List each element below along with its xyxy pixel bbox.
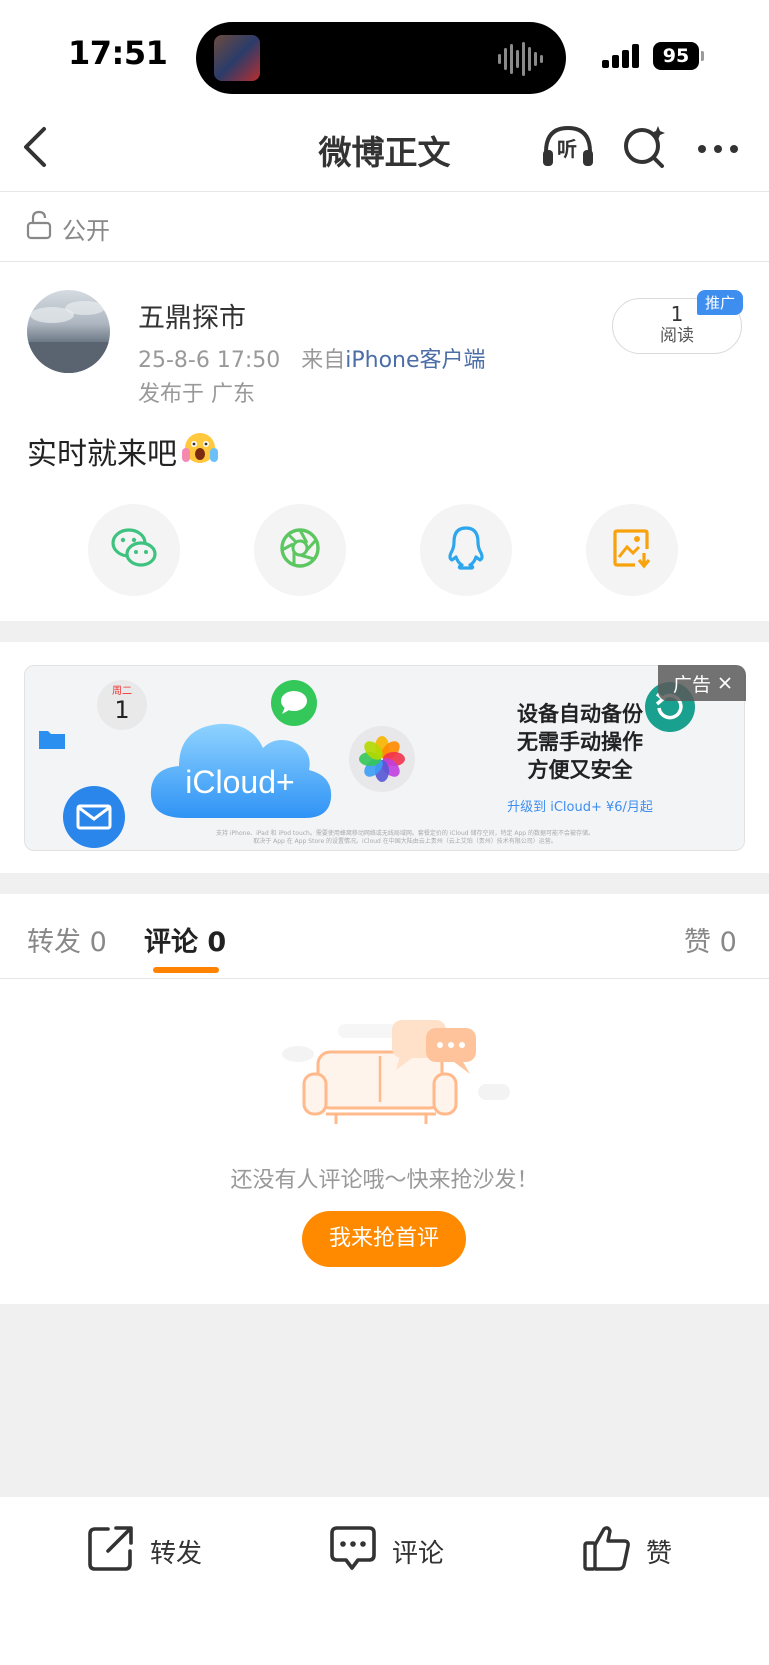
listen-button[interactable]: 听 <box>540 122 596 168</box>
close-icon <box>719 672 731 694</box>
ad-label: 广告 <box>672 673 711 696</box>
section-gap <box>0 621 769 642</box>
avatar[interactable] <box>27 290 110 373</box>
first-comment-button[interactable]: 我来抢首评 <box>302 1211 466 1267</box>
tab-comment-count: 0 <box>207 927 227 958</box>
battery-tip <box>701 51 704 61</box>
post-location: 发布于 广东 <box>138 382 255 407</box>
empty-area <box>0 1304 769 1497</box>
messages-icon <box>271 680 317 730</box>
post-time: 25-8-6 17:50 <box>138 348 281 373</box>
ad-fine-print: 支持 iPhone、iPad 和 iPod touch。需要使用蜂窝移动网络或无… <box>195 830 615 846</box>
active-tab-indicator <box>153 967 219 973</box>
source-prefix: 来自 <box>301 348 346 373</box>
now-playing-thumbnail <box>214 35 260 81</box>
calendar-icon: 周二 1 <box>97 680 147 730</box>
moments-icon <box>278 526 322 574</box>
more-icon[interactable] <box>696 140 740 186</box>
tab-like-label: 赞 <box>684 927 711 958</box>
repost-label: 转发 <box>150 1539 203 1569</box>
icloud-brand: iCloud+ <box>185 764 295 800</box>
qq-icon <box>446 525 486 575</box>
ad-subtext: 升级到 iCloud+ ¥6/月起 <box>507 800 653 815</box>
mail-icon <box>63 786 125 850</box>
share-wechat-button[interactable] <box>88 504 180 596</box>
unlock-icon <box>26 210 52 246</box>
author-name[interactable]: 五鼎探市 <box>138 296 246 335</box>
promo-tag: 推广 <box>697 290 744 315</box>
dynamic-island[interactable] <box>196 22 566 94</box>
ad-banner[interactable]: 周二 1 iCloud+ 设备自动备份 无需手动操作 方便又安全 升级到 iCl… <box>24 665 745 851</box>
nav-divider <box>0 191 769 192</box>
tab-like[interactable]: 赞 0 <box>684 920 737 959</box>
tab-repost-label: 转发 <box>27 927 81 958</box>
save-image-button[interactable] <box>586 504 678 596</box>
signal-icon <box>602 44 642 68</box>
tab-repost[interactable]: 转发 0 <box>27 920 107 959</box>
read-label: 阅读 <box>660 326 694 346</box>
ad-close-button[interactable]: 广告 <box>658 665 746 701</box>
folder-icon <box>37 726 67 756</box>
audio-wave-icon <box>498 40 544 78</box>
sofa-illustration-icon <box>278 1018 510 1136</box>
calendar-date: 1 <box>114 696 130 724</box>
post-source[interactable]: iPhone客户端 <box>345 348 485 373</box>
visibility-divider <box>0 261 769 262</box>
ad-fine-print-line-2: 取决于 App 在 App Store 的设置情况。iCloud 在中国大陆由云… <box>253 838 557 845</box>
share-qq-button[interactable] <box>420 504 512 596</box>
tabs-divider <box>0 978 769 979</box>
visibility-label: 公开 <box>62 216 110 245</box>
empty-comments-message: 还没有人评论哦～快来抢沙发！ <box>230 1168 539 1193</box>
wechat-icon <box>110 527 158 573</box>
tab-comment-label: 评论 <box>144 927 198 958</box>
ad-fine-print-line-1: 支持 iPhone、iPad 和 iPod touch。需要使用蜂窝移动网络或无… <box>215 830 595 837</box>
battery-indicator: 95 <box>653 42 699 70</box>
scream-emoji-icon <box>181 428 219 474</box>
post-meta: 25-8-6 17:50 来自iPhone客户端 <box>138 342 486 374</box>
visibility-row: 公开 <box>26 210 110 246</box>
save-image-icon <box>611 527 653 573</box>
status-time: 17:51 <box>68 34 168 72</box>
share-moments-button[interactable] <box>254 504 346 596</box>
photos-icon <box>349 726 415 796</box>
tab-comment[interactable]: 评论 0 <box>144 920 226 959</box>
comment-label: 评论 <box>392 1539 445 1569</box>
repost-button[interactable]: 转发 <box>86 1523 202 1580</box>
post-content: 实时就来吧 <box>27 428 219 474</box>
post-text: 实时就来吧 <box>27 437 177 472</box>
comment-icon <box>328 1523 378 1580</box>
tab-repost-count: 0 <box>89 927 107 958</box>
like-label: 赞 <box>646 1539 673 1569</box>
section-gap <box>0 873 769 894</box>
repost-icon <box>86 1523 136 1580</box>
tab-like-count: 0 <box>719 927 737 958</box>
thumbs-up-icon <box>582 1523 632 1580</box>
search-icon[interactable] <box>622 124 668 170</box>
like-button[interactable]: 赞 <box>582 1523 672 1580</box>
listen-label: 听 <box>557 137 577 161</box>
ad-headline-line-3: 方便又安全 <box>527 758 633 782</box>
comment-button[interactable]: 评论 <box>328 1523 444 1580</box>
